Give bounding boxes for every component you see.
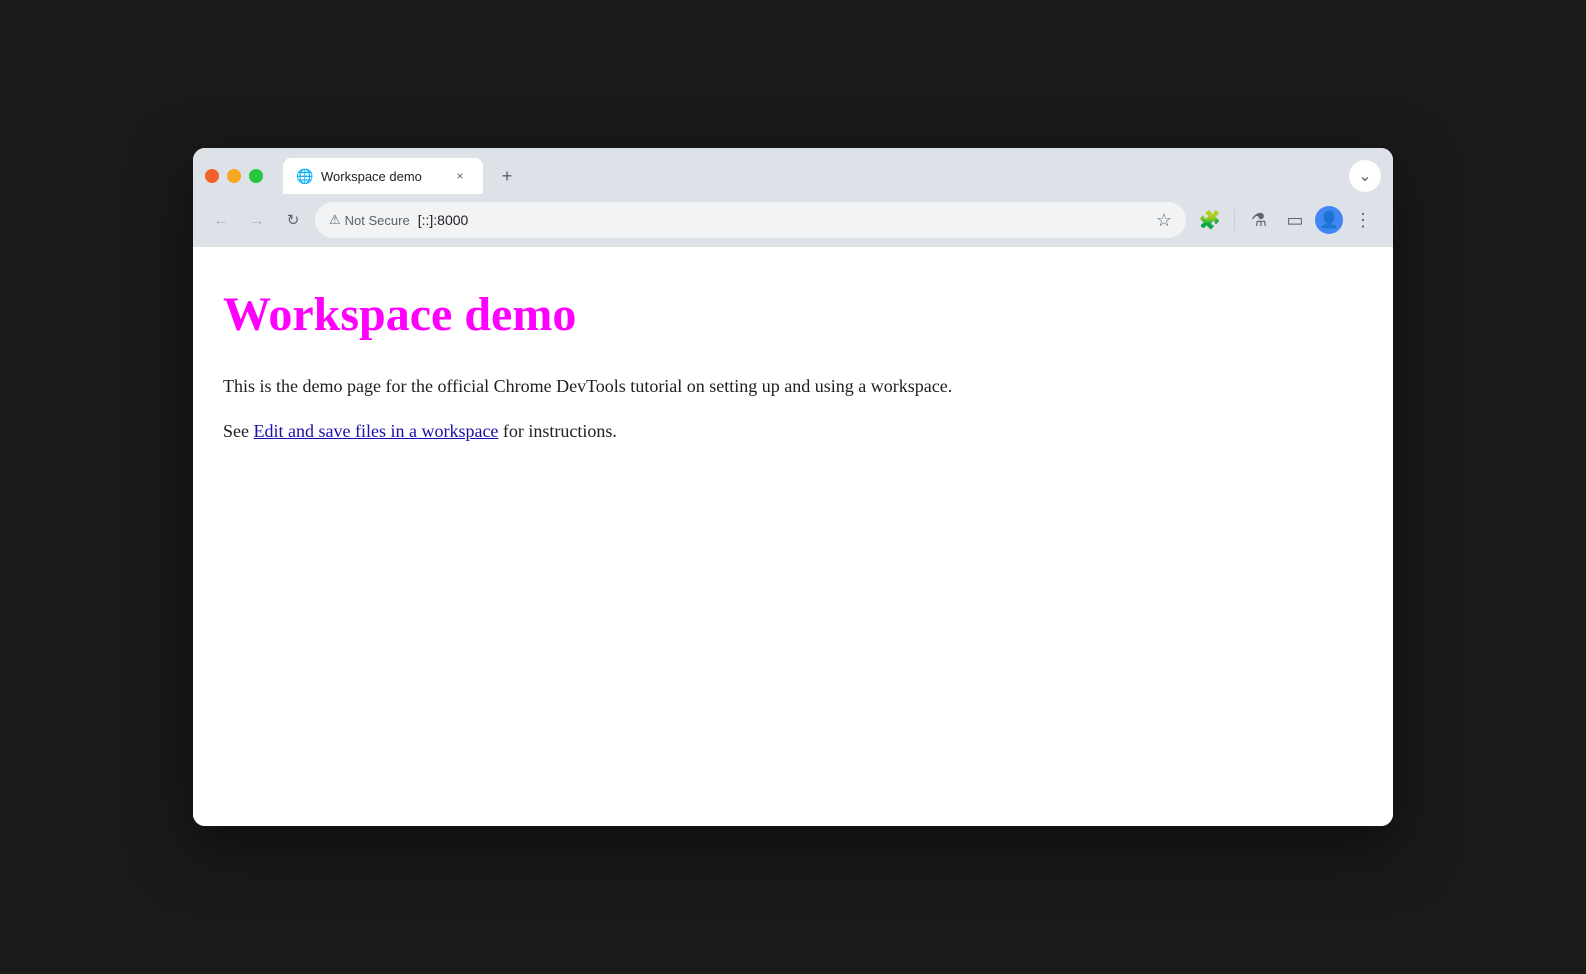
- security-label: Not Secure: [345, 213, 410, 228]
- tab-favicon-icon: 🌐: [297, 168, 313, 184]
- url-bar[interactable]: ⚠ Not Secure [::]:8000 ☆: [315, 202, 1186, 238]
- workspace-link[interactable]: Edit and save files in a workspace: [254, 421, 499, 441]
- extensions-button[interactable]: 🧩: [1194, 204, 1226, 236]
- toolbar-icons: 🧩 ⚗ ▭ 👤 ⋮: [1194, 204, 1379, 236]
- title-bar: 🌐 Workspace demo × + ⌄ ← → ↻ ⚠ Not Secur…: [193, 148, 1393, 246]
- active-tab[interactable]: 🌐 Workspace demo ×: [283, 158, 483, 194]
- bookmark-star-icon[interactable]: ☆: [1156, 210, 1172, 231]
- page-link-line: See Edit and save files in a workspace f…: [223, 421, 1363, 442]
- traffic-lights: [205, 169, 263, 183]
- minimize-button[interactable]: [227, 169, 241, 183]
- browser-window: 🌐 Workspace demo × + ⌄ ← → ↻ ⚠ Not Secur…: [193, 148, 1393, 826]
- page-content: Workspace demo This is the demo page for…: [193, 246, 1393, 826]
- profile-button[interactable]: 👤: [1315, 206, 1343, 234]
- back-button[interactable]: ←: [207, 206, 235, 234]
- tab-title: Workspace demo: [321, 169, 443, 184]
- tab-strip: 🌐 Workspace demo × + ⌄: [193, 148, 1393, 194]
- close-button[interactable]: [205, 169, 219, 183]
- link-suffix: for instructions.: [498, 421, 617, 441]
- reload-button[interactable]: ↻: [279, 206, 307, 234]
- more-menu-button[interactable]: ⋮: [1347, 204, 1379, 236]
- security-indicator: ⚠ Not Secure: [329, 212, 410, 228]
- sidebar-button[interactable]: ▭: [1279, 204, 1311, 236]
- maximize-button[interactable]: [249, 169, 263, 183]
- tab-close-button[interactable]: ×: [451, 167, 469, 185]
- new-tab-button[interactable]: +: [491, 160, 523, 192]
- link-prefix: See: [223, 421, 254, 441]
- toolbar-separator: [1234, 209, 1235, 231]
- url-text: [::]:8000: [418, 212, 1148, 228]
- tabs-dropdown-button[interactable]: ⌄: [1349, 160, 1381, 192]
- forward-button[interactable]: →: [243, 206, 271, 234]
- warning-icon: ⚠: [329, 212, 341, 228]
- page-heading: Workspace demo: [223, 287, 1363, 342]
- devtools-lab-button[interactable]: ⚗: [1243, 204, 1275, 236]
- page-description: This is the demo page for the official C…: [223, 372, 1363, 401]
- address-bar: ← → ↻ ⚠ Not Secure [::]:8000 ☆ 🧩 ⚗ ▭ 👤 ⋮: [193, 194, 1393, 246]
